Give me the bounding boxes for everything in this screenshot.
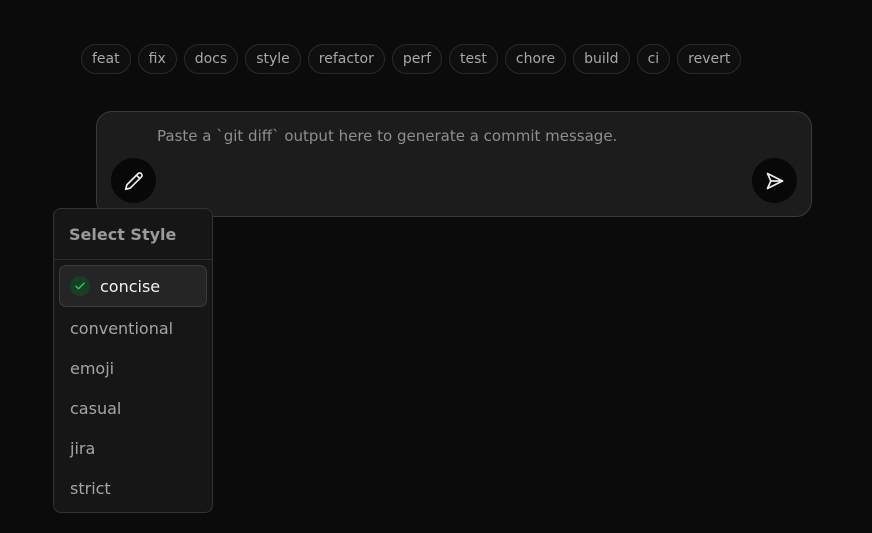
send-button[interactable] [752,158,797,203]
tag-perf[interactable]: perf [391,44,443,74]
dropdown-title: Select Style [54,209,212,260]
tag-docs[interactable]: docs [183,44,239,74]
style-option-label: strict [70,478,111,498]
app-page: feat fix docs style refactor perf test c… [0,0,872,533]
style-option-conventional[interactable]: conventional [59,308,207,348]
style-option-emoji[interactable]: emoji [59,348,207,388]
style-option-casual[interactable]: casual [59,388,207,428]
style-option-label: jira [70,438,96,458]
tag-build[interactable]: build [573,44,630,74]
pencil-icon [124,171,143,190]
style-option-label: conventional [70,318,174,338]
style-option-jira[interactable]: jira [59,428,207,468]
tag-revert[interactable]: revert [677,44,742,74]
diff-input[interactable] [157,124,737,148]
style-dropdown: Select Style concise conventional emoji … [53,208,213,513]
style-option-label: emoji [70,358,115,378]
tag-refactor[interactable]: refactor [307,44,385,74]
send-icon [766,172,783,189]
style-picker-button[interactable] [111,158,156,203]
commit-type-tags: feat fix docs style refactor perf test c… [81,44,742,74]
style-option-label: casual [70,398,122,418]
style-option-label: concise [100,276,161,296]
check-circle-icon [70,276,90,296]
tag-fix[interactable]: fix [137,44,177,74]
style-option-concise[interactable]: concise [59,265,207,307]
style-options: concise conventional emoji casual jira s… [54,260,212,508]
tag-ci[interactable]: ci [636,44,671,74]
tag-feat[interactable]: feat [81,44,131,74]
tag-chore[interactable]: chore [504,44,567,74]
diff-composer [96,111,812,217]
style-option-strict[interactable]: strict [59,468,207,508]
tag-test[interactable]: test [449,44,498,74]
tag-style[interactable]: style [245,44,301,74]
